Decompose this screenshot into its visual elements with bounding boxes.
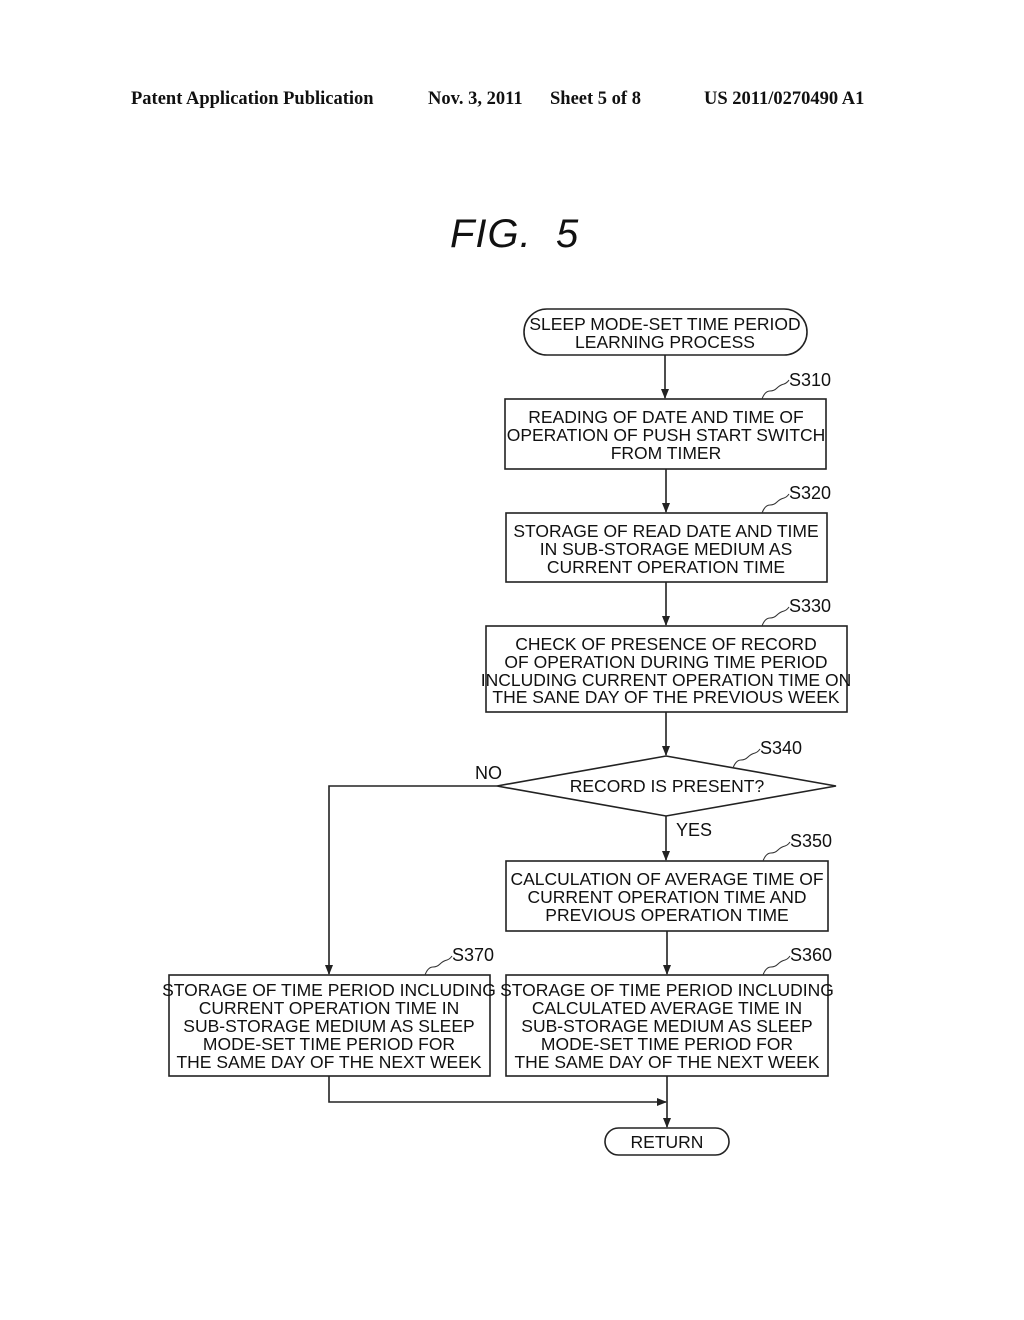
step-text-line: THE SANE DAY OF THE PREVIOUS WEEK bbox=[492, 687, 839, 707]
step-s320: STORAGE OF READ DATE AND TIME IN SUB-STO… bbox=[505, 483, 831, 583]
step-id-label: S340 bbox=[760, 738, 802, 758]
step-leader-line bbox=[762, 955, 791, 976]
step-text-line: CURRENT OPERATION TIME IN bbox=[199, 998, 460, 1018]
step-text-line: CHECK OF PRESENCE OF RECORD bbox=[515, 634, 816, 654]
step-leader-line bbox=[732, 748, 761, 769]
arrow-s370-merge bbox=[328, 1076, 667, 1106]
step-text-line: CALCULATED AVERAGE TIME IN bbox=[532, 998, 802, 1018]
no-branch-label: NO bbox=[475, 763, 502, 783]
step-text-line: OF OPERATION DURING TIME PERIOD bbox=[504, 652, 827, 672]
step-id-label: S350 bbox=[790, 831, 832, 851]
step-text-line: CURRENT OPERATION TIME bbox=[547, 557, 785, 577]
step-text-line: FROM TIMER bbox=[611, 443, 722, 463]
step-id-label: S360 bbox=[790, 945, 832, 965]
step-leader-line bbox=[761, 493, 790, 514]
return-terminal: RETURN bbox=[604, 1127, 730, 1156]
step-text-line: SUB-STORAGE MEDIUM AS SLEEP bbox=[521, 1016, 812, 1036]
start-terminal-line: LEARNING PROCESS bbox=[575, 332, 755, 352]
step-text-line: MODE-SET TIME PERIOD FOR bbox=[203, 1034, 455, 1054]
step-id-label: S320 bbox=[789, 483, 831, 503]
step-s310: READING OF DATE AND TIME OF OPERATION OF… bbox=[504, 370, 831, 470]
flowchart: SLEEP MODE-SET TIME PERIOD LEARNING PROC… bbox=[162, 308, 851, 1156]
step-id-label: S370 bbox=[452, 945, 494, 965]
step-text-line: CURRENT OPERATION TIME AND bbox=[527, 887, 806, 907]
step-leader-line bbox=[424, 955, 453, 976]
step-text-line: THE SAME DAY OF THE NEXT WEEK bbox=[176, 1052, 481, 1072]
step-text-line: THE SAME DAY OF THE NEXT WEEK bbox=[514, 1052, 819, 1072]
step-id-label: S330 bbox=[789, 596, 831, 616]
step-text-line: STORAGE OF TIME PERIOD INCLUDING bbox=[162, 980, 496, 1000]
step-text-line: IN SUB-STORAGE MEDIUM AS bbox=[540, 539, 793, 559]
step-text-line: MODE-SET TIME PERIOD FOR bbox=[541, 1034, 793, 1054]
step-s350: CALCULATION OF AVERAGE TIME OF CURRENT O… bbox=[505, 831, 832, 932]
step-leader-line bbox=[761, 379, 790, 400]
step-text-line: SUB-STORAGE MEDIUM AS SLEEP bbox=[183, 1016, 474, 1036]
step-leader-line bbox=[762, 841, 791, 862]
start-terminal-line: SLEEP MODE-SET TIME PERIOD bbox=[529, 314, 800, 334]
step-text-line: STORAGE OF TIME PERIOD INCLUDING bbox=[500, 980, 834, 1000]
step-id-label: S310 bbox=[789, 370, 831, 390]
start-terminal: SLEEP MODE-SET TIME PERIOD LEARNING PROC… bbox=[523, 308, 808, 356]
return-terminal-text: RETURN bbox=[631, 1132, 704, 1152]
yes-branch-label: YES bbox=[676, 820, 712, 840]
decision-text: RECORD IS PRESENT? bbox=[570, 776, 765, 796]
step-s340-decision: RECORD IS PRESENT? S340 NO YES bbox=[475, 738, 837, 840]
step-text-line: OPERATION OF PUSH START SWITCH bbox=[507, 425, 826, 445]
step-text-line: PREVIOUS OPERATION TIME bbox=[545, 905, 788, 925]
step-text-line: READING OF DATE AND TIME OF bbox=[528, 407, 804, 427]
step-text-line: CALCULATION OF AVERAGE TIME OF bbox=[510, 869, 823, 889]
step-leader-line bbox=[761, 606, 790, 627]
step-text-line: STORAGE OF READ DATE AND TIME bbox=[513, 521, 818, 541]
